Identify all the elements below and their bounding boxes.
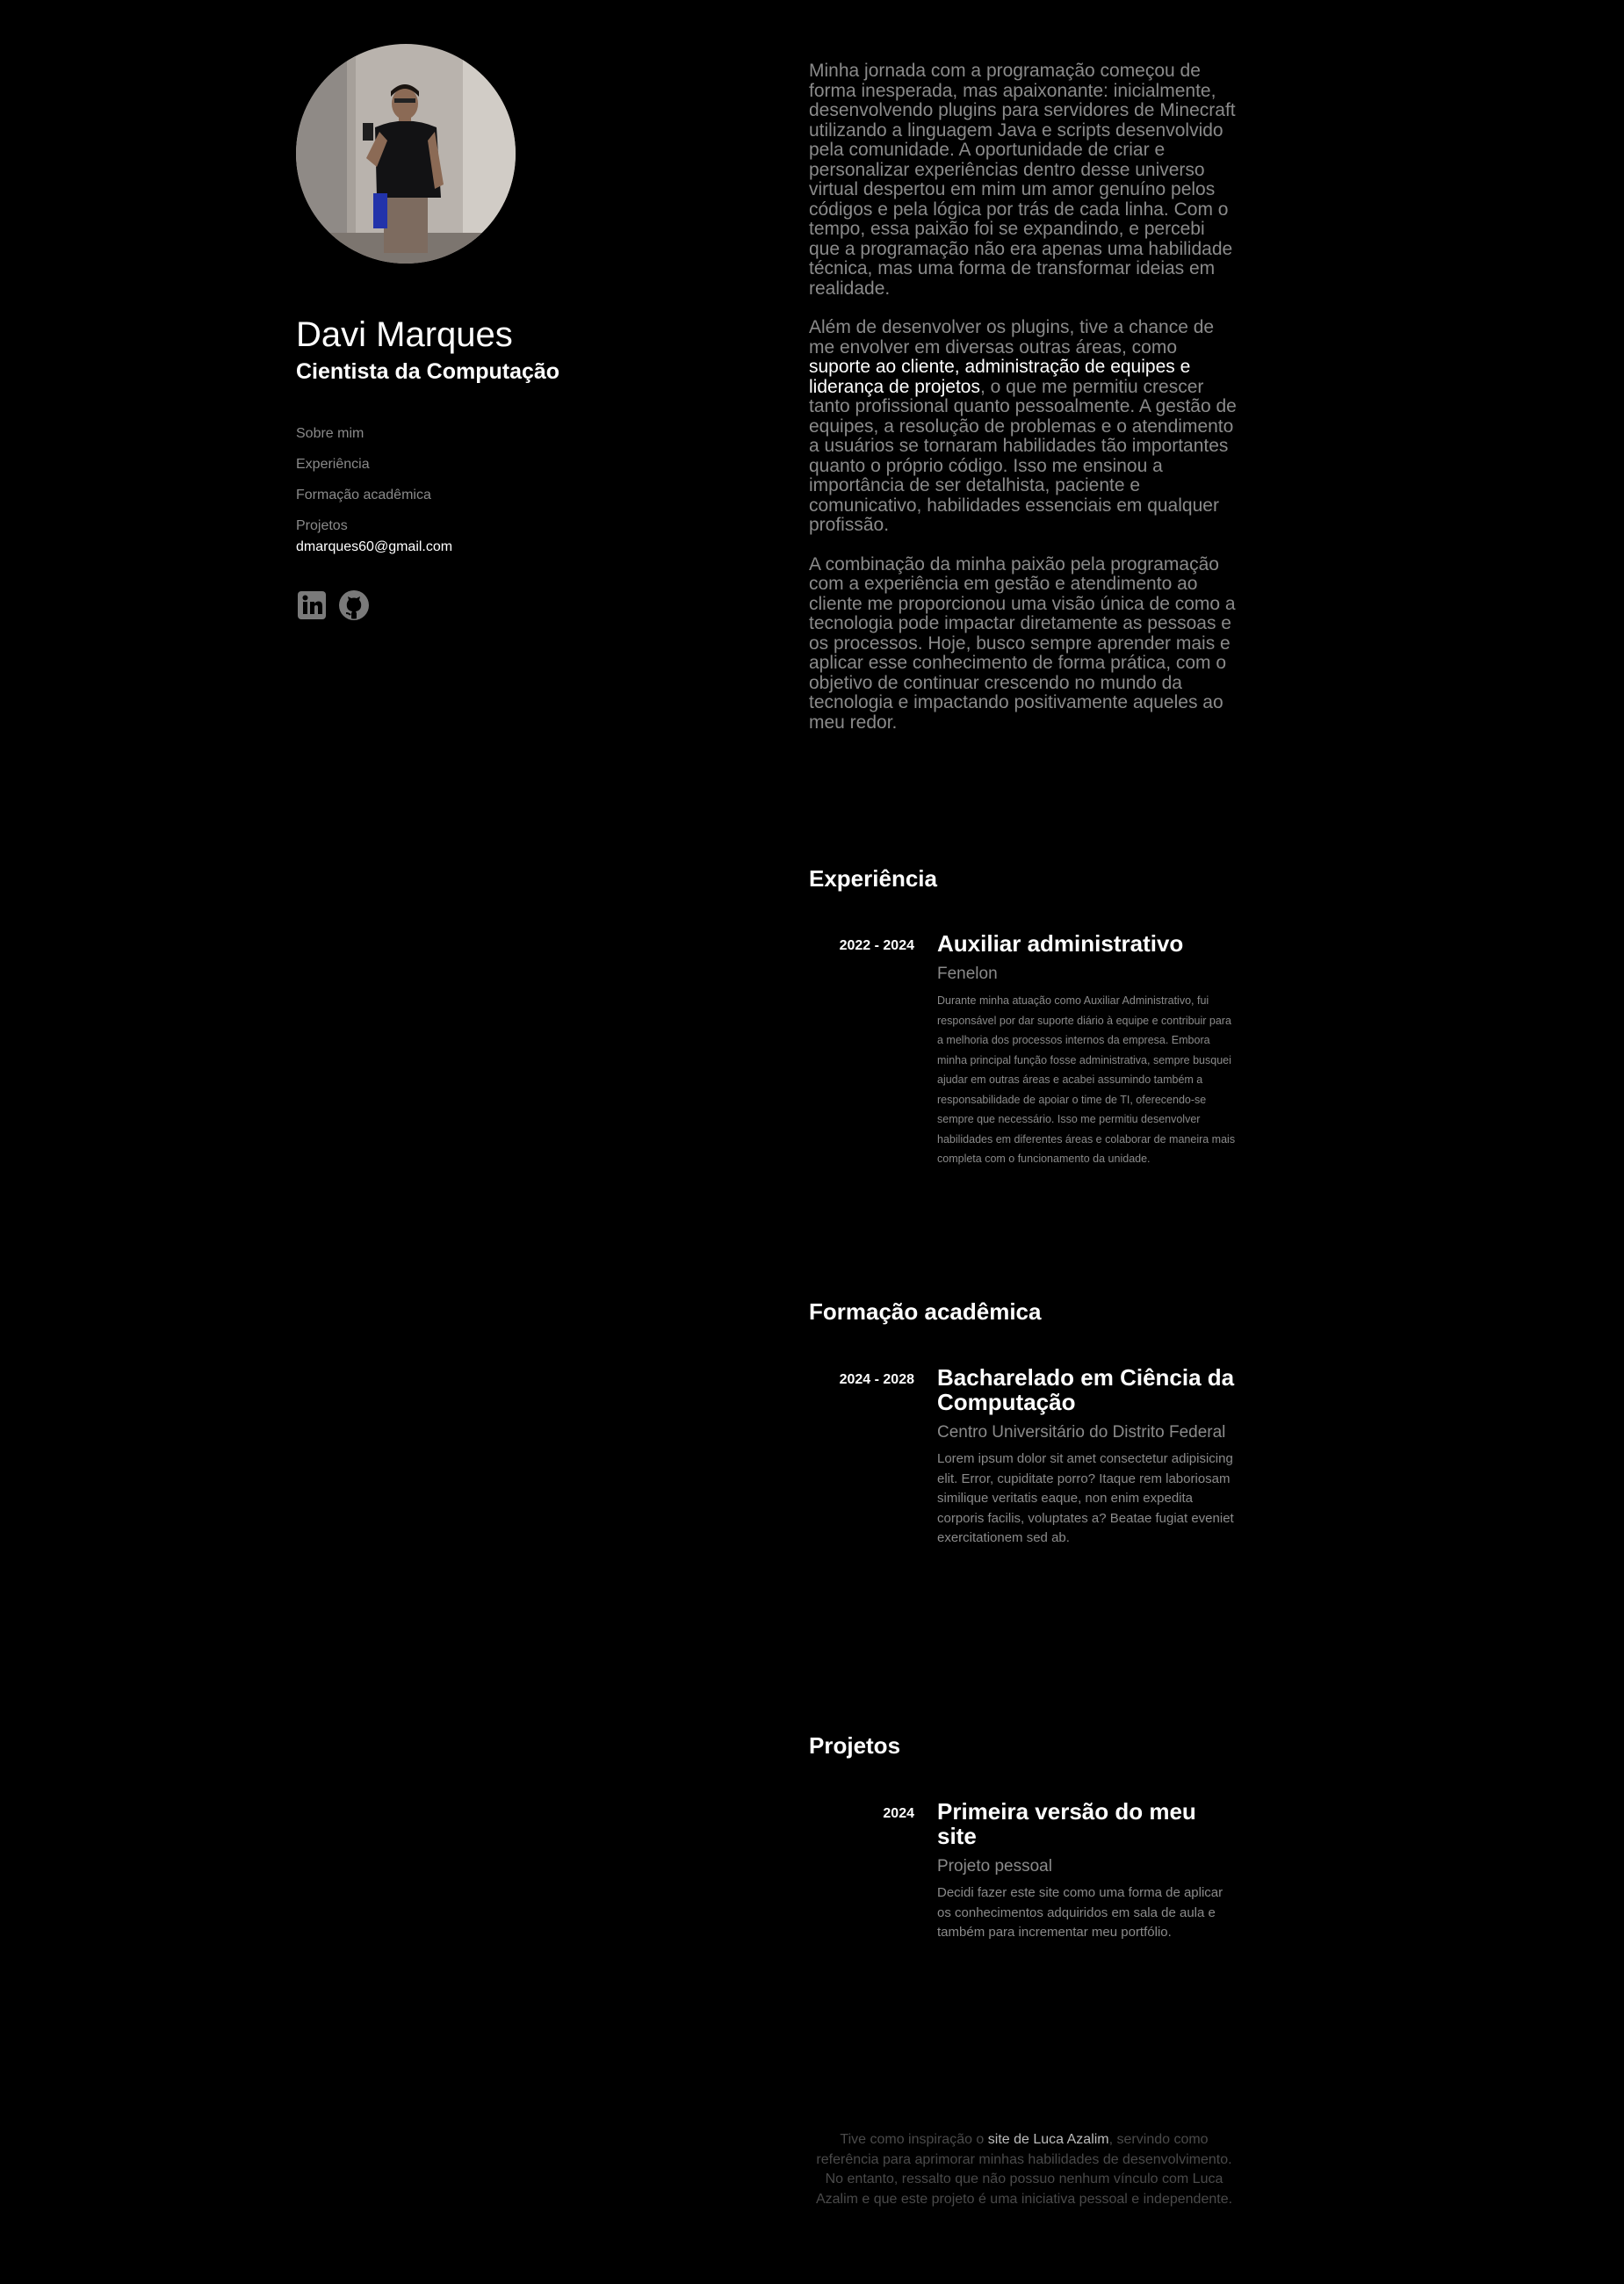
about-paragraph-1: Minha jornada com a programação começou … [809,61,1236,299]
education-org: Centro Universitário do Distrito Federal [937,1423,1226,1442]
project-description: Decidi fazer este site como uma forma de… [937,1885,1223,1940]
project-org: Projeto pessoal [937,1857,1052,1876]
experience-title: Auxiliar administrativo [937,930,1184,957]
education-description: Lorem ipsum dolor sit amet consectetur a… [937,1451,1234,1545]
education-item: 2024 - 2028 Bacharelado em Ciência da Co… [809,1365,1239,1549]
education-period: 2024 - 2028 [839,1372,914,1387]
experience-org: Fenelon [937,965,998,983]
nav-item-sobre-mim[interactable]: Sobre mim [296,418,665,449]
about-p2-start: Além de desenvolver os plugins, tive a c… [809,317,1215,358]
email-link[interactable]: dmarques60@gmail.com [296,538,665,556]
footer-inspiration-link[interactable]: site de Luca Azalim [988,2132,1109,2147]
social-links [296,589,665,621]
nav-item-projetos[interactable]: Projetos [296,510,665,541]
project-title: Primeira versão do meu site [937,1798,1196,1849]
github-icon[interactable] [338,589,370,621]
nav-item-experiencia[interactable]: Experiência [296,449,665,480]
profile-photo [296,44,516,264]
nav-item-formacao[interactable]: Formação acadêmica [296,480,665,510]
profile-name: Davi Marques [296,315,513,354]
sidebar: Davi Marques Cientista da Computação Sob… [296,44,665,621]
linkedin-icon[interactable] [296,589,328,621]
footer-text-start: Tive como inspiração o [840,2132,988,2147]
avatar [296,44,516,264]
experience-item: 2022 - 2024 Auxiliar administrativo Fene… [809,931,1239,1169]
projects-heading: Projetos [809,1732,901,1759]
project-period: 2024 [883,1806,914,1821]
footer-credits: Tive como inspiração o site de Luca Azal… [809,2130,1239,2209]
project-item: 2024 Primeira versão do meu site Projeto… [809,1799,1239,1943]
education-title: Bacharelado em Ciência da Computação [937,1364,1235,1415]
section-nav: Sobre mim Experiência Formação acadêmica… [296,418,665,541]
profile-role: Cientista da Computação [296,359,560,384]
about-paragraph-2: Além de desenvolver os plugins, tive a c… [809,317,1239,536]
about-paragraph-3: A combinação da minha paixão pela progra… [809,553,1236,733]
experience-description: Durante minha atuação como Auxiliar Admi… [937,994,1236,1165]
experience-period: 2022 - 2024 [839,938,914,953]
experience-heading: Experiência [809,865,937,892]
education-heading: Formação acadêmica [809,1298,1042,1325]
about-section: Minha jornada com a programação começou … [809,61,1239,752]
about-p2-end: , o que me permitiu crescer tanto profis… [809,376,1237,535]
